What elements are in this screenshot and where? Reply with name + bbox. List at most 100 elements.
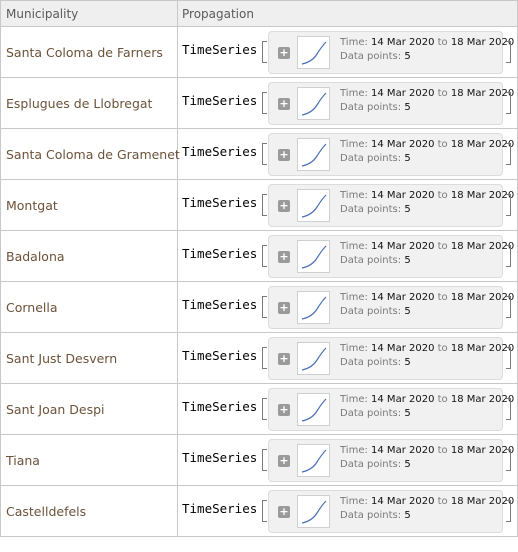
points-value: 5 [404, 510, 411, 521]
time-to: 18 Mar 2020 [450, 37, 515, 48]
table-row: Sant Just Desvern TimeSeries + Time: 14 … [1, 333, 517, 384]
sparkline-icon [301, 194, 327, 218]
timeseries-head: TimeSeries [182, 399, 258, 414]
propagation-cell: TimeSeries + Time: 14 Mar 2020 to 18 Mar… [178, 231, 517, 281]
timeseries-head: TimeSeries [182, 195, 258, 210]
left-bracket [262, 92, 267, 114]
points-label: Data points: [340, 204, 402, 215]
points-value: 5 [404, 51, 411, 62]
municipality-cell: Santa Coloma de Farners [1, 27, 178, 77]
propagation-cell: TimeSeries + Time: 14 Mar 2020 to 18 Mar… [178, 384, 517, 434]
expand-icon[interactable]: + [278, 404, 290, 416]
timeseries-summary-box[interactable]: + Time: 14 Mar 2020 to 18 Mar 2020 Data … [268, 133, 514, 176]
timeseries-head: TimeSeries [182, 450, 258, 465]
right-bracket [506, 245, 511, 267]
data-points: Data points: 5 [340, 305, 514, 319]
sparkline-icon [301, 347, 327, 371]
points-label: Data points: [340, 51, 402, 62]
points-value: 5 [404, 204, 411, 215]
expand-icon[interactable]: + [278, 47, 290, 59]
time-to: 18 Mar 2020 [450, 343, 515, 354]
timeseries-summary-box[interactable]: + Time: 14 Mar 2020 to 18 Mar 2020 Data … [268, 337, 514, 380]
points-label: Data points: [340, 459, 402, 470]
right-bracket [506, 347, 511, 369]
time-from: 14 Mar 2020 [371, 37, 435, 48]
left-bracket [262, 449, 267, 471]
time-to-label: to [437, 292, 448, 303]
timeseries-summary-box[interactable]: + Time: 14 Mar 2020 to 18 Mar 2020 Data … [268, 439, 514, 482]
timeseries-summary-box[interactable]: + Time: 14 Mar 2020 to 18 Mar 2020 Data … [268, 184, 514, 227]
timeseries-head: TimeSeries [182, 501, 258, 516]
sparkline-thumbnail [297, 189, 330, 222]
points-value: 5 [404, 153, 411, 164]
time-to-label: to [437, 139, 448, 150]
sparkline-thumbnail [297, 87, 330, 120]
sparkline-icon [301, 296, 327, 320]
right-bracket [506, 500, 511, 522]
points-label: Data points: [340, 153, 402, 164]
left-bracket [262, 194, 267, 216]
time-range: Time: 14 Mar 2020 to 18 Mar 2020 [340, 138, 514, 152]
expand-icon[interactable]: + [278, 455, 290, 467]
expand-icon[interactable]: + [278, 506, 290, 518]
time-to-label: to [437, 190, 448, 201]
time-range: Time: 14 Mar 2020 to 18 Mar 2020 [340, 189, 514, 203]
table-row: Montgat TimeSeries + Time: 14 Mar 2020 t… [1, 180, 517, 231]
left-bracket [262, 296, 267, 318]
data-points: Data points: 5 [340, 203, 514, 217]
time-label: Time: [340, 394, 368, 405]
expand-icon[interactable]: + [278, 251, 290, 263]
timeseries-summary-box[interactable]: + Time: 14 Mar 2020 to 18 Mar 2020 Data … [268, 490, 514, 533]
time-from: 14 Mar 2020 [371, 394, 435, 405]
sparkline-icon [301, 500, 327, 524]
time-label: Time: [340, 88, 368, 99]
left-bracket [262, 41, 267, 63]
table-row: Castelldefels TimeSeries + Time: 14 Mar … [1, 486, 517, 537]
column-header-propagation[interactable]: Propagation [178, 1, 517, 26]
propagation-cell: TimeSeries + Time: 14 Mar 2020 to 18 Mar… [178, 129, 517, 179]
propagation-cell: TimeSeries + Time: 14 Mar 2020 to 18 Mar… [178, 27, 517, 77]
time-range: Time: 14 Mar 2020 to 18 Mar 2020 [340, 240, 514, 254]
left-bracket [262, 500, 267, 522]
time-to-label: to [437, 88, 448, 99]
timeseries-summary-box[interactable]: + Time: 14 Mar 2020 to 18 Mar 2020 Data … [268, 82, 514, 125]
time-from: 14 Mar 2020 [371, 445, 435, 456]
expand-icon[interactable]: + [278, 149, 290, 161]
data-points: Data points: 5 [340, 407, 514, 421]
sparkline-icon [301, 398, 327, 422]
timeseries-summary-box[interactable]: + Time: 14 Mar 2020 to 18 Mar 2020 Data … [268, 235, 514, 278]
timeseries-info: Time: 14 Mar 2020 to 18 Mar 2020 Data po… [340, 291, 514, 319]
expand-icon[interactable]: + [278, 353, 290, 365]
timeseries-summary-box[interactable]: + Time: 14 Mar 2020 to 18 Mar 2020 Data … [268, 388, 514, 431]
timeseries-summary-box[interactable]: + Time: 14 Mar 2020 to 18 Mar 2020 Data … [268, 31, 514, 74]
time-to: 18 Mar 2020 [450, 445, 515, 456]
left-bracket [262, 398, 267, 420]
expand-icon[interactable]: + [278, 200, 290, 212]
points-value: 5 [404, 408, 411, 419]
table-row: Cornella TimeSeries + Time: 14 Mar 2020 … [1, 282, 517, 333]
sparkline-icon [301, 245, 327, 269]
data-points: Data points: 5 [340, 509, 514, 523]
data-points: Data points: 5 [340, 356, 514, 370]
time-to: 18 Mar 2020 [450, 139, 515, 150]
sparkline-thumbnail [297, 444, 330, 477]
time-to: 18 Mar 2020 [450, 496, 515, 507]
column-header-municipality[interactable]: Municipality [1, 1, 178, 26]
time-range: Time: 14 Mar 2020 to 18 Mar 2020 [340, 87, 514, 101]
time-from: 14 Mar 2020 [371, 496, 435, 507]
right-bracket [506, 41, 511, 63]
timeseries-head: TimeSeries [182, 246, 258, 261]
time-label: Time: [340, 139, 368, 150]
points-label: Data points: [340, 357, 402, 368]
timeseries-info: Time: 14 Mar 2020 to 18 Mar 2020 Data po… [340, 444, 514, 472]
right-bracket [506, 92, 511, 114]
points-label: Data points: [340, 255, 402, 266]
timeseries-summary-box[interactable]: + Time: 14 Mar 2020 to 18 Mar 2020 Data … [268, 286, 514, 329]
table-row: Santa Coloma de Gramenet TimeSeries + Ti… [1, 129, 517, 180]
time-label: Time: [340, 241, 368, 252]
table-body: Santa Coloma de Farners TimeSeries + Tim… [1, 27, 517, 537]
timeseries-info: Time: 14 Mar 2020 to 18 Mar 2020 Data po… [340, 495, 514, 523]
expand-icon[interactable]: + [278, 302, 290, 314]
time-to-label: to [437, 445, 448, 456]
expand-icon[interactable]: + [278, 98, 290, 110]
